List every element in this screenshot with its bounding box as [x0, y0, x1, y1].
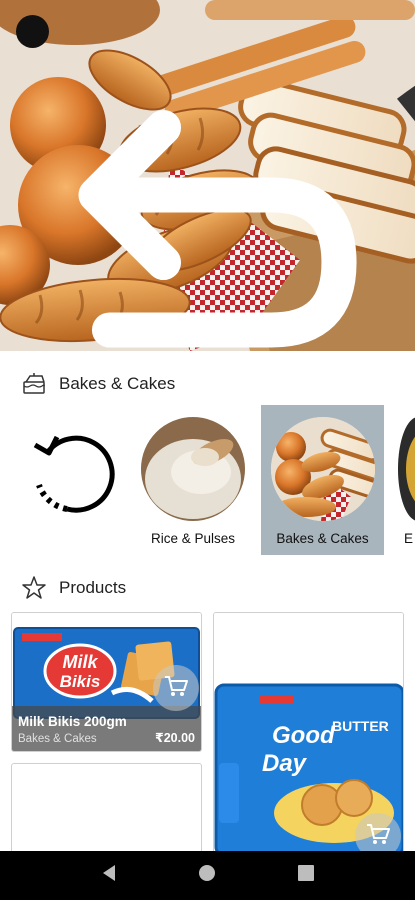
rice-image [141, 417, 245, 521]
nav-back-button[interactable] [89, 856, 129, 896]
svg-text:Milk: Milk [62, 652, 98, 672]
category-section-header: Bakes & Cakes [20, 369, 175, 399]
cart-icon [365, 822, 391, 851]
category-label: E [404, 531, 414, 546]
category-label: Rice & Pulses [150, 531, 236, 546]
hero-banner-image [0, 0, 415, 351]
product-name: Milk Bikis 200gm [18, 714, 127, 729]
nav-home-button[interactable] [187, 856, 227, 896]
cart-icon [163, 674, 189, 703]
add-to-cart-button[interactable] [153, 665, 199, 711]
product-card[interactable]: Milk Bikis Milk Bikis 200gm Bakes & Cake… [11, 612, 202, 752]
svg-text:Good: Good [272, 722, 336, 749]
camera-cutout-dot [16, 15, 49, 48]
partial-category-image [398, 417, 415, 521]
svg-text:Day: Day [262, 750, 308, 777]
product-price: ₹20.00 [155, 731, 195, 745]
triangle-back-icon [101, 864, 117, 887]
product-category: Bakes & Cakes [18, 733, 97, 745]
nav-recents-button[interactable] [286, 856, 326, 896]
back-button[interactable] [10, 60, 357, 348]
category-item-refresh[interactable] [20, 405, 126, 555]
circle-home-icon [198, 864, 216, 887]
product-card[interactable]: Good Day BUTTER [213, 612, 404, 857]
cake-icon [20, 370, 48, 398]
category-item-bakes-cakes[interactable]: Bakes & Cakes [261, 405, 384, 555]
category-label: Bakes & Cakes [276, 531, 369, 546]
products-section-title: Products [59, 578, 127, 597]
svg-text:BUTTER: BUTTER [332, 718, 389, 734]
category-item-rice-pulses[interactable]: Rice & Pulses [140, 405, 246, 555]
product-card[interactable] [11, 763, 202, 863]
refresh-icon [27, 423, 119, 522]
app-screen: Bakes & Cakes Rice & Pulses Bakes & Cake… [0, 0, 415, 900]
svg-text:Bikis: Bikis [60, 672, 101, 691]
star-icon [20, 574, 48, 602]
square-recents-icon [297, 865, 314, 886]
category-item-partial[interactable]: E [398, 405, 415, 555]
products-section-header: Products [20, 573, 126, 603]
system-navigation-bar [0, 851, 415, 900]
category-section-title: Bakes & Cakes [59, 374, 176, 393]
bread-image [270, 417, 375, 521]
category-carousel[interactable]: Rice & Pulses Bakes & Cakes E [0, 405, 415, 557]
